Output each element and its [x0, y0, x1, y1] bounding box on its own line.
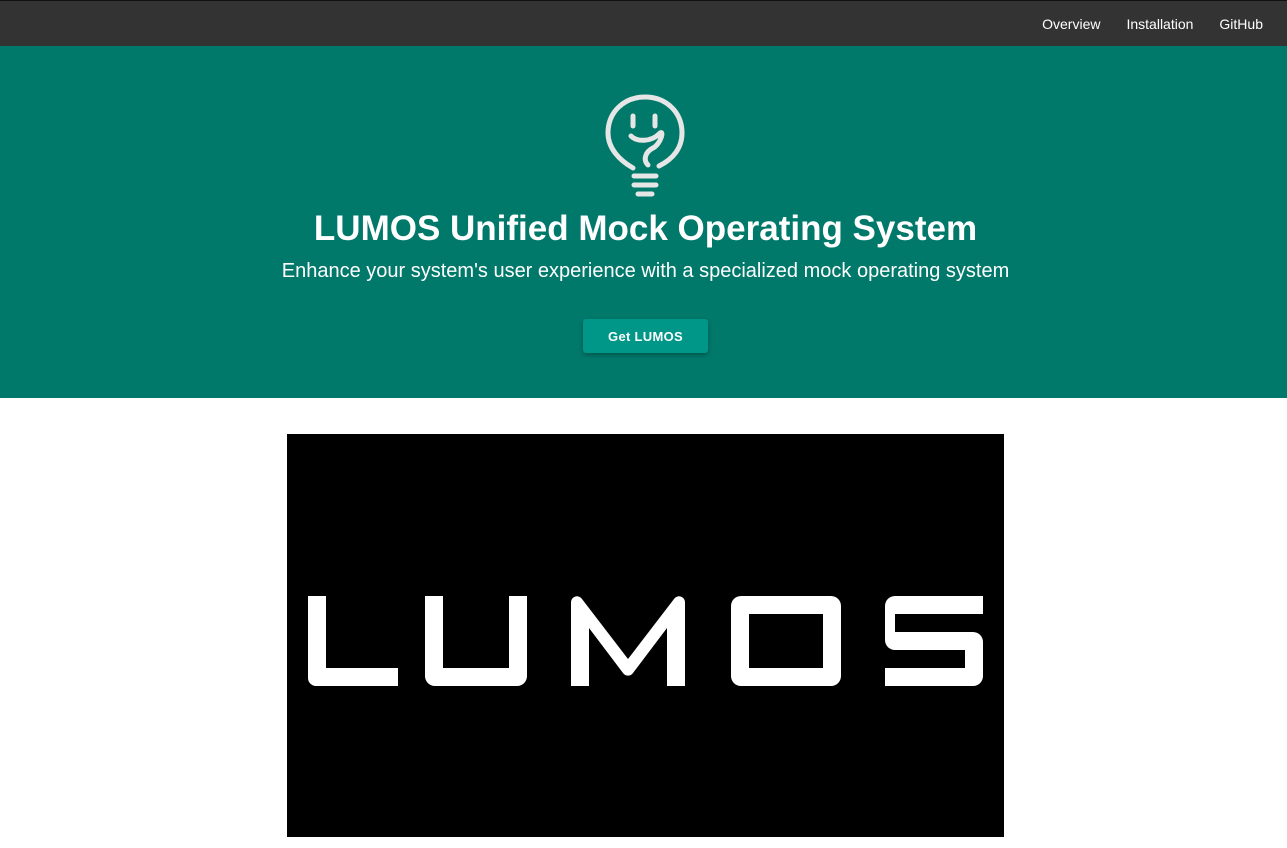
lumos-logo-wordmark	[308, 596, 983, 686]
lightbulb-smiley-icon	[603, 94, 687, 204]
nav-link-overview[interactable]: Overview	[1042, 16, 1100, 32]
top-navbar: Overview Installation GitHub	[0, 0, 1287, 46]
nav-link-github[interactable]: GitHub	[1219, 16, 1263, 32]
hero-section: LUMOS Unified Mock Operating System Enha…	[0, 46, 1287, 398]
hero-subtitle: Enhance your system's user experience wi…	[281, 260, 1010, 282]
lumos-logo-banner	[287, 434, 1004, 837]
nav-links: Overview Installation GitHub	[1016, 1, 1263, 47]
hero-title: LUMOS Unified Mock Operating System	[313, 209, 978, 248]
nav-link-installation[interactable]: Installation	[1126, 16, 1193, 32]
get-lumos-button[interactable]: Get LUMOS	[583, 319, 708, 353]
